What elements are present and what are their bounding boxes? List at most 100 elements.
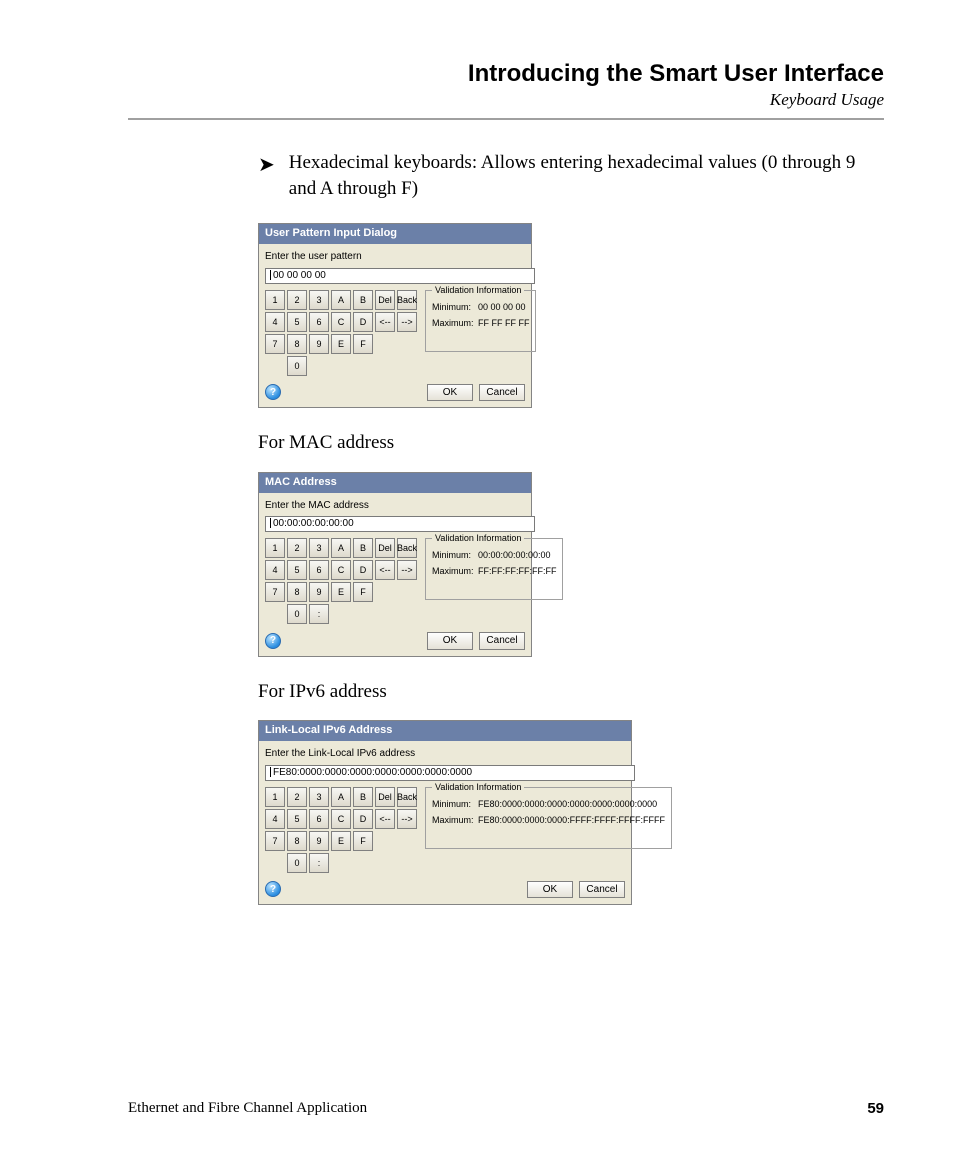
key-right[interactable]: --> [397,560,417,580]
key-f[interactable]: F [353,334,373,354]
key-c[interactable]: C [331,560,351,580]
key-b[interactable]: B [353,787,373,807]
max-value: FF:FF:FF:FF:FF:FF [478,566,556,576]
help-icon[interactable]: ? [265,633,281,649]
dialog-prompt: Enter the MAC address [265,499,525,513]
key-0[interactable]: 0 [287,853,307,873]
key-8[interactable]: 8 [287,831,307,851]
key-colon[interactable]: : [309,604,329,624]
key-6[interactable]: 6 [309,560,329,580]
key-0[interactable]: 0 [287,356,307,376]
key-f[interactable]: F [353,582,373,602]
key-0[interactable]: 0 [287,604,307,624]
key-7[interactable]: 7 [265,831,285,851]
key-c[interactable]: C [331,312,351,332]
min-label: Minimum: [432,549,478,561]
cancel-button[interactable]: Cancel [479,384,525,402]
key-6[interactable]: 6 [309,809,329,829]
key-d[interactable]: D [353,809,373,829]
help-icon[interactable]: ? [265,881,281,897]
key-8[interactable]: 8 [287,334,307,354]
dialog-title: Link-Local IPv6 Address [259,721,631,741]
key-5[interactable]: 5 [287,809,307,829]
page-header-title: Introducing the Smart User Interface [128,60,884,88]
help-icon[interactable]: ? [265,384,281,400]
ok-button[interactable]: OK [427,632,473,650]
key-e[interactable]: E [331,582,351,602]
key-e[interactable]: E [331,334,351,354]
key-3[interactable]: 3 [309,787,329,807]
key-7[interactable]: 7 [265,334,285,354]
key-f[interactable]: F [353,831,373,851]
key-4[interactable]: 4 [265,312,285,332]
max-label: Maximum: [432,317,478,329]
validation-info: Validation Information Minimum:00:00:00:… [425,538,563,600]
dialog-prompt: Enter the Link-Local IPv6 address [265,747,625,761]
key-2[interactable]: 2 [287,787,307,807]
page-header-subtitle: Keyboard Usage [128,90,884,110]
hex-keypad: 1 2 3 A B Del Back 4 5 6 C D <-- --> [265,538,417,624]
validation-legend: Validation Information [432,781,524,793]
key-a[interactable]: A [331,787,351,807]
key-5[interactable]: 5 [287,560,307,580]
key-9[interactable]: 9 [309,582,329,602]
key-back[interactable]: Back [397,787,417,807]
key-8[interactable]: 8 [287,582,307,602]
key-colon[interactable]: : [309,853,329,873]
hex-keypad: 1 2 3 A B Del Back 4 5 6 C D <-- --> [265,290,417,376]
key-1[interactable]: 1 [265,290,285,310]
key-9[interactable]: 9 [309,334,329,354]
validation-legend: Validation Information [432,532,524,544]
mac-caption: For MAC address [258,430,884,456]
key-a[interactable]: A [331,290,351,310]
dialog-title: User Pattern Input Dialog [259,224,531,244]
ok-button[interactable]: OK [427,384,473,402]
key-del[interactable]: Del [375,787,395,807]
user-pattern-dialog: User Pattern Input Dialog Enter the user… [258,223,532,408]
key-right[interactable]: --> [397,809,417,829]
max-value: FE80:0000:0000:0000:FFFF:FFFF:FFFF:FFFF [478,815,665,825]
key-left[interactable]: <-- [375,312,395,332]
max-value: FF FF FF FF [478,318,529,328]
validation-legend: Validation Information [432,284,524,296]
key-6[interactable]: 6 [309,312,329,332]
key-5[interactable]: 5 [287,312,307,332]
key-7[interactable]: 7 [265,582,285,602]
key-b[interactable]: B [353,290,373,310]
key-del[interactable]: Del [375,538,395,558]
key-9[interactable]: 9 [309,831,329,851]
ok-button[interactable]: OK [527,881,573,899]
cancel-button[interactable]: Cancel [579,881,625,899]
min-value: 00:00:00:00:00:00 [478,550,551,560]
ipv6-input[interactable]: FE80:0000:0000:0000:0000:0000:0000:0000 [265,765,635,781]
key-d[interactable]: D [353,560,373,580]
key-b[interactable]: B [353,538,373,558]
key-left[interactable]: <-- [375,560,395,580]
ipv6-caption: For IPv6 address [258,679,884,705]
key-del[interactable]: Del [375,290,395,310]
cancel-button[interactable]: Cancel [479,632,525,650]
pattern-input[interactable]: 00 00 00 00 [265,268,535,284]
key-2[interactable]: 2 [287,290,307,310]
min-label: Minimum: [432,301,478,313]
min-value: 00 00 00 00 [478,302,526,312]
key-back[interactable]: Back [397,538,417,558]
key-1[interactable]: 1 [265,787,285,807]
key-d[interactable]: D [353,312,373,332]
key-back[interactable]: Back [397,290,417,310]
key-right[interactable]: --> [397,312,417,332]
key-c[interactable]: C [331,809,351,829]
ipv6-address-dialog: Link-Local IPv6 Address Enter the Link-L… [258,720,632,905]
key-left[interactable]: <-- [375,809,395,829]
dialog-prompt: Enter the user pattern [265,250,525,264]
key-2[interactable]: 2 [287,538,307,558]
validation-info: Validation Information Minimum:FE80:0000… [425,787,672,849]
key-e[interactable]: E [331,831,351,851]
mac-input[interactable]: 00:00:00:00:00:00 [265,516,535,532]
key-4[interactable]: 4 [265,809,285,829]
key-4[interactable]: 4 [265,560,285,580]
key-1[interactable]: 1 [265,538,285,558]
key-a[interactable]: A [331,538,351,558]
key-3[interactable]: 3 [309,290,329,310]
key-3[interactable]: 3 [309,538,329,558]
